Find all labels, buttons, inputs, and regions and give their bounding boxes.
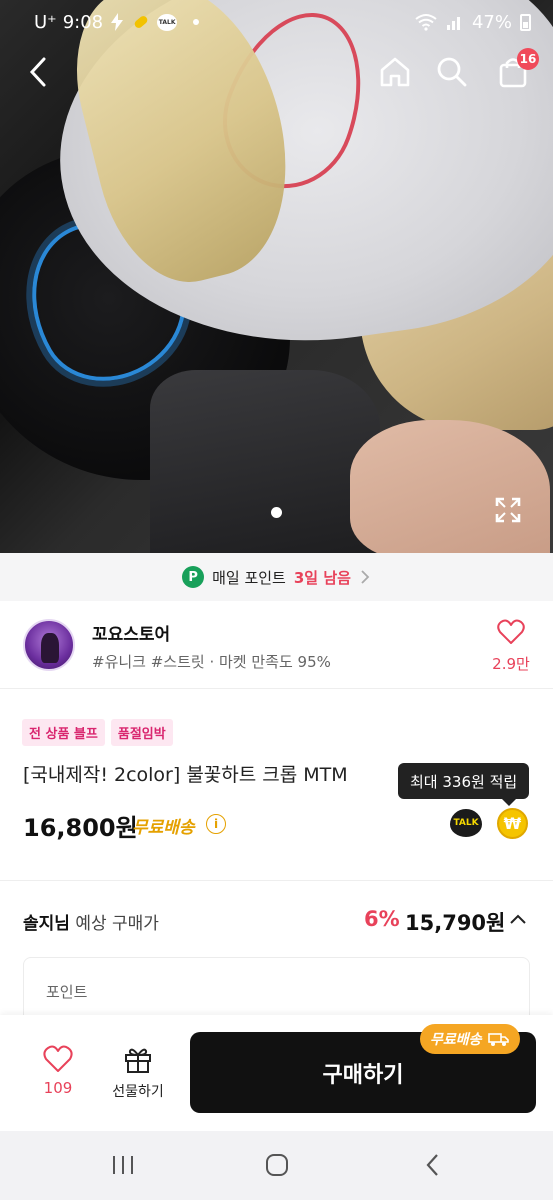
home-nav-button[interactable]	[262, 1150, 292, 1180]
free-shipping-label: 무료배송	[132, 818, 195, 838]
store-like-button[interactable]: 2.9만	[488, 619, 534, 674]
point-icon: P	[182, 566, 205, 588]
signal-icon	[446, 17, 460, 30]
bottom-action-bar: 109 선물하기 구매하기 무료배송	[0, 1015, 553, 1131]
home-circle-icon	[266, 1154, 288, 1176]
heart-outline-icon	[497, 619, 525, 644]
section-divider	[0, 880, 553, 881]
search-icon	[437, 57, 467, 87]
point-card-label: 포인트	[46, 983, 88, 1001]
expected-price-row[interactable]: 솔지님 예상 구매가 6% 15,790원	[0, 890, 553, 950]
chip-sold-out-soon: 품절임박	[110, 719, 173, 746]
expand-icon	[495, 497, 521, 523]
free-shipping-badge: 무료배송	[420, 1024, 520, 1054]
store-name[interactable]: 꼬요스토어	[92, 620, 170, 645]
expected-price: 15,790원	[405, 911, 506, 935]
battery-icon	[520, 13, 531, 31]
notification-dot-icon	[193, 19, 200, 25]
gift-icon	[125, 1048, 151, 1073]
home-button[interactable]	[375, 52, 415, 92]
store-like-count: 2.9만	[492, 655, 530, 673]
expected-discount: 6%	[364, 907, 400, 931]
user-name: 솔지님	[23, 914, 70, 934]
system-navigation-bar	[0, 1131, 553, 1200]
free-shipping-badge-label: 무료배송	[430, 1032, 482, 1048]
daily-point-label: 매일 포인트	[212, 568, 286, 587]
kakao-talk-icon[interactable]: TALK	[450, 809, 482, 837]
fullscreen-button[interactable]	[494, 496, 522, 524]
store-row[interactable]: 꼬요스토어 #유니크 #스트릿 · 마켓 만족도 95% 2.9만	[0, 601, 553, 689]
product-photo-hand	[350, 420, 550, 553]
like-button[interactable]: 109	[30, 1045, 86, 1097]
charging-icon	[111, 13, 124, 31]
clock: 9:08	[62, 11, 104, 33]
status-bar: U⁺ 9:08 TALK 47%	[0, 0, 553, 44]
product-price: 16,800원	[23, 814, 138, 842]
expected-price-label: 솔지님 예상 구매가	[23, 909, 159, 934]
store-avatar[interactable]	[23, 619, 75, 671]
cart-count-badge: 16	[517, 48, 539, 70]
chevron-up-icon[interactable]	[508, 910, 528, 930]
expected-price-caption: 예상 구매가	[75, 914, 159, 934]
back-button[interactable]	[18, 52, 58, 92]
chip-black-friday: 전 상품 블프	[22, 719, 105, 746]
gift-button[interactable]: 선물하기	[106, 1045, 170, 1101]
daily-point-banner[interactable]: P 매일 포인트 3일 남음	[0, 553, 553, 601]
home-icon	[380, 57, 410, 87]
back-arrow-icon	[426, 1154, 438, 1176]
search-button[interactable]	[432, 52, 472, 92]
carousel-indicator-dot	[271, 507, 282, 518]
pill-icon	[134, 16, 148, 28]
shipping-info-icon[interactable]: i	[206, 814, 226, 834]
chevron-right-icon	[361, 570, 370, 584]
product-photo-jeans	[150, 370, 380, 553]
daily-point-remaining: 3일 남음	[293, 568, 351, 587]
talk-notification-icon: TALK	[157, 13, 178, 31]
recent-apps-icon	[113, 1156, 133, 1174]
back-nav-button[interactable]	[418, 1150, 448, 1180]
battery-percent: 47%	[471, 11, 512, 33]
recent-apps-button[interactable]	[108, 1150, 138, 1180]
reward-coin-icon[interactable]: ₩	[497, 808, 528, 839]
like-count: 109	[43, 1079, 73, 1097]
product-title: [국내제작! 2color] 불꽃하트 크롭 MTM	[23, 764, 348, 786]
cart-button[interactable]: 16	[493, 48, 539, 92]
product-chips: 전 상품 블프 품절임박	[22, 719, 173, 746]
carrier-label: U⁺	[34, 11, 57, 33]
gift-label: 선물하기	[112, 1084, 164, 1100]
chevron-left-icon	[29, 57, 46, 87]
heart-outline-icon	[43, 1045, 73, 1072]
wifi-icon	[415, 14, 437, 31]
reward-tooltip: 최대 336원 적립	[398, 763, 530, 806]
store-tags: #유니크 #스트릿 · 마켓 만족도 95%	[92, 653, 331, 671]
truck-icon	[487, 1033, 509, 1046]
